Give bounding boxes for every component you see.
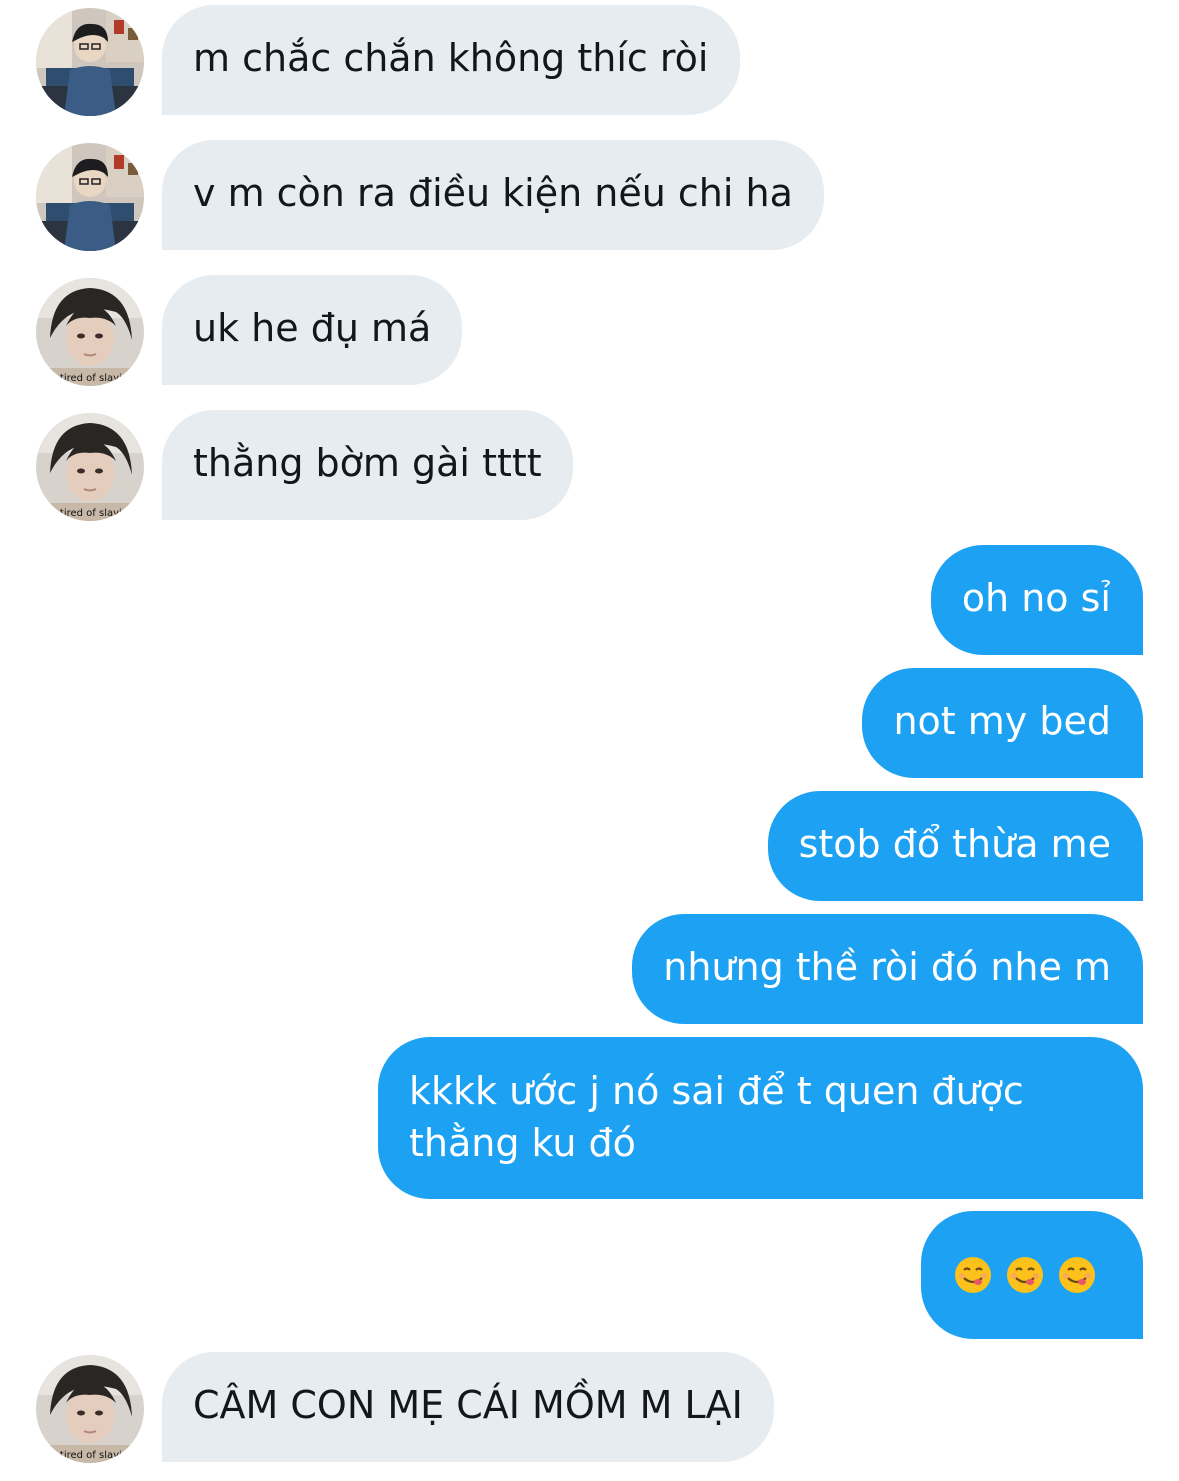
emoji-message-text: 😋😋😋 <box>1097 1253 1098 1254</box>
yum-emoji-icon <box>1005 1255 1045 1308</box>
message-text: thằng bờm gài tttt <box>193 441 542 485</box>
message-text: kkkk ước j nó sai để t quen được thằng k… <box>409 1069 1024 1165</box>
avatar[interactable]: i'm tired of slaying <box>36 278 144 386</box>
outgoing-emoji-bubble[interactable]: 😋😋😋 <box>921 1211 1143 1339</box>
avatar-photo-b: i'm tired of slaying <box>36 1355 144 1463</box>
outgoing-message-bubble[interactable]: kkkk ước j nó sai để t quen được thằng k… <box>378 1037 1143 1199</box>
message-text: nhưng thề ròi đó nhe m <box>663 945 1111 989</box>
incoming-message-bubble[interactable]: m chắc chắn không thíc ròi <box>162 5 740 115</box>
yum-emoji-icon <box>953 1255 993 1308</box>
message-text: stob đổ thừa me <box>798 822 1111 866</box>
avatar-caption: i'm tired of slaying <box>41 508 134 519</box>
message-text: oh no sỉ <box>961 576 1111 620</box>
message-text: v m còn ra điều kiện nếu chi ha <box>193 171 793 215</box>
outgoing-message-bubble[interactable]: oh no sỉ <box>930 545 1143 655</box>
outgoing-message-bubble[interactable]: stob đổ thừa me <box>767 791 1143 901</box>
avatar-caption: i'm tired of slaying <box>41 1450 134 1461</box>
yum-emoji-icon <box>1057 1255 1097 1308</box>
outgoing-message-bubble[interactable]: nhưng thề ròi đó nhe m <box>632 914 1143 1024</box>
avatar-photo-b: i'm tired of slaying <box>36 278 144 386</box>
avatar-photo-a <box>36 8 144 116</box>
avatar-caption: i'm tired of slaying <box>41 373 134 384</box>
avatar[interactable] <box>36 143 144 251</box>
avatar-photo-a <box>36 143 144 251</box>
avatar-photo-b: i'm tired of slaying <box>36 413 144 521</box>
avatar[interactable] <box>36 8 144 116</box>
avatar[interactable]: i'm tired of slaying <box>36 413 144 521</box>
incoming-message-bubble[interactable]: v m còn ra điều kiện nếu chi ha <box>162 140 824 250</box>
message-text: not my bed <box>893 699 1111 743</box>
message-text: uk he đụ má <box>193 306 432 350</box>
avatar[interactable]: i'm tired of slaying <box>36 1355 144 1463</box>
outgoing-message-bubble[interactable]: not my bed <box>862 668 1143 778</box>
message-text: CÂM CON MẸ CÁI MỒM M LẠI <box>193 1383 743 1427</box>
message-text: m chắc chắn không thíc ròi <box>193 36 709 80</box>
incoming-message-bubble[interactable]: uk he đụ má <box>162 275 463 385</box>
incoming-message-bubble[interactable]: CÂM CON MẸ CÁI MỒM M LẠI <box>162 1352 774 1462</box>
incoming-message-bubble[interactable]: thằng bờm gài tttt <box>162 410 573 520</box>
